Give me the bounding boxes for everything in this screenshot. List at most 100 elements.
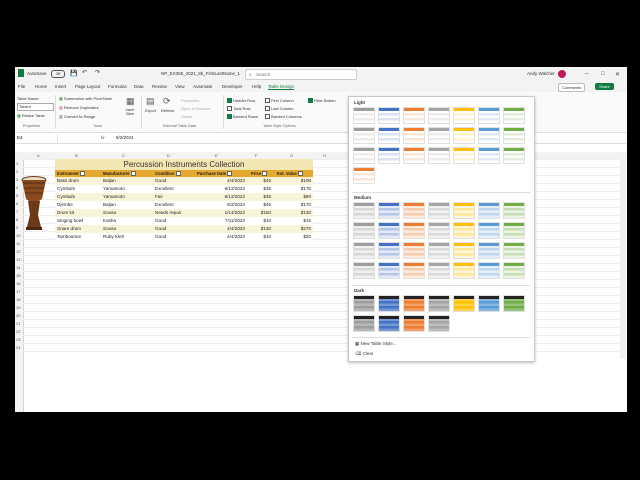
table-cell[interactable]: 6/12/2022 <box>225 193 245 201</box>
medium-style-swatch[interactable] <box>403 262 425 279</box>
table-cell[interactable]: 4/4/2023 <box>227 225 245 233</box>
table-cell[interactable]: $130 <box>261 225 271 233</box>
row-header[interactable]: 2 <box>16 169 18 174</box>
header-row-checkbox[interactable]: Header Row <box>227 98 255 104</box>
table-cell[interactable]: 6/12/2022 <box>225 185 245 193</box>
header-cell[interactable]: Purchase Date <box>197 170 233 177</box>
medium-style-swatch[interactable] <box>478 202 500 219</box>
table-cell[interactable]: Sousa <box>103 225 116 233</box>
row-header[interactable]: 9 <box>16 225 18 230</box>
row-header[interactable]: 20 <box>16 313 20 318</box>
maximize-button[interactable]: □ <box>601 71 605 77</box>
djembe-picture[interactable] <box>20 175 48 231</box>
table-cell[interactable]: $150 <box>261 209 271 217</box>
medium-style-swatch[interactable] <box>403 242 425 259</box>
dark-style-swatch[interactable] <box>378 315 400 332</box>
filter-dropdown-icon[interactable] <box>79 171 85 177</box>
light-style-swatch[interactable] <box>428 127 450 144</box>
header-cell[interactable]: Est. Value <box>277 170 303 177</box>
table-cell[interactable]: Bass drum <box>57 177 79 185</box>
medium-style-swatch[interactable] <box>503 262 525 279</box>
properties-button[interactable]: Properties <box>181 98 199 103</box>
table-cell[interactable]: $108 <box>301 177 311 185</box>
row-header[interactable]: 12 <box>16 249 20 254</box>
table-cell[interactable]: Cymbals <box>57 185 75 193</box>
table-cell[interactable]: 1/14/2022 <box>225 209 245 217</box>
medium-style-swatch[interactable] <box>428 242 450 259</box>
table-cell[interactable]: Drum kit <box>57 209 74 217</box>
filter-dropdown-icon[interactable] <box>130 171 136 177</box>
light-style-swatch[interactable] <box>503 107 525 124</box>
dark-style-swatch[interactable] <box>378 295 400 312</box>
table-cell[interactable]: $275 <box>301 225 311 233</box>
medium-style-swatch[interactable] <box>428 262 450 279</box>
medium-style-swatch[interactable] <box>478 222 500 239</box>
row-header[interactable]: 13 <box>16 257 20 262</box>
medium-style-swatch[interactable] <box>453 242 475 259</box>
column-header[interactable]: B <box>75 153 78 158</box>
column-header[interactable]: E <box>215 153 218 158</box>
avatar[interactable] <box>558 70 566 78</box>
tab-view[interactable]: View <box>175 84 185 89</box>
table-cell[interactable]: $35 <box>263 185 271 193</box>
tab-automate[interactable]: Automate <box>193 84 212 89</box>
redo-icon[interactable]: ↷ <box>95 69 100 76</box>
last-column-checkbox[interactable]: Last Column <box>265 106 293 112</box>
unlink-button[interactable]: Unlink <box>181 114 192 119</box>
light-style-swatch[interactable] <box>428 107 450 124</box>
share-button[interactable]: Share <box>595 83 614 90</box>
first-column-checkbox[interactable]: First Column <box>265 98 294 104</box>
table-cell[interactable]: $45 <box>263 177 271 185</box>
banded-rows-checkbox[interactable]: Banded Rows <box>227 114 258 120</box>
header-cell[interactable]: Price <box>251 170 268 177</box>
remove-duplicates-button[interactable]: ▤ Remove Duplicates <box>59 105 99 110</box>
clear-style-link[interactable]: ⌫ Clear <box>355 351 373 357</box>
light-style-swatch[interactable] <box>378 107 400 124</box>
row-header[interactable]: 22 <box>16 329 20 334</box>
light-style-swatch[interactable] <box>478 147 500 164</box>
light-style-swatch[interactable] <box>403 127 425 144</box>
table-cell[interactable]: $15 <box>303 217 311 225</box>
column-header[interactable]: C <box>122 153 125 158</box>
column-header[interactable]: G <box>290 153 293 158</box>
header-cell[interactable]: Manufacturer <box>103 170 136 177</box>
table-cell[interactable]: $10 <box>263 233 271 241</box>
light-style-swatch[interactable] <box>403 147 425 164</box>
row-header[interactable]: 16 <box>16 281 20 286</box>
tab-formulas[interactable]: Formulas <box>108 84 127 89</box>
comments-button[interactable]: Comments <box>558 83 586 92</box>
medium-style-swatch[interactable] <box>353 242 375 259</box>
table-cell[interactable]: Snare drum <box>57 225 81 233</box>
dark-style-swatch[interactable] <box>428 315 450 332</box>
filter-dropdown-icon[interactable] <box>227 171 233 177</box>
refresh-icon[interactable]: ⟳ <box>163 96 171 107</box>
header-cell[interactable]: Condition <box>155 170 181 177</box>
total-row-checkbox[interactable]: Total Row <box>227 106 251 112</box>
column-header[interactable]: H <box>323 153 326 158</box>
row-header[interactable]: 18 <box>16 297 20 302</box>
save-icon[interactable]: 💾 <box>70 70 77 77</box>
medium-style-swatch[interactable] <box>378 242 400 259</box>
tab-developer[interactable]: Developer <box>222 84 243 89</box>
filter-button-checkbox[interactable]: Filter Button <box>308 98 336 104</box>
column-header[interactable]: F <box>255 153 257 158</box>
filter-dropdown-icon[interactable] <box>262 171 268 177</box>
name-box[interactable]: E4 <box>15 134 58 142</box>
medium-style-swatch[interactable] <box>478 242 500 259</box>
dark-style-swatch[interactable] <box>403 295 425 312</box>
tab-review[interactable]: Review <box>152 84 167 89</box>
light-style-swatch[interactable] <box>353 127 375 144</box>
table-cell[interactable]: 4/4/2023 <box>227 177 245 185</box>
dark-style-swatch[interactable] <box>503 295 525 312</box>
light-style-swatch[interactable] <box>353 147 375 164</box>
table-cell[interactable]: Good <box>155 177 166 185</box>
table-cell[interactable]: Fair <box>155 193 163 201</box>
table-cell[interactable]: Kasha <box>103 217 116 225</box>
dark-style-swatch[interactable] <box>478 295 500 312</box>
row-header[interactable]: 14 <box>16 265 20 270</box>
table-cell[interactable]: Yamamoto <box>103 185 125 193</box>
tab-page-layout[interactable]: Page Layout <box>75 84 100 89</box>
table-cell[interactable]: Excellent <box>155 201 174 209</box>
table-cell[interactable]: $20 <box>303 233 311 241</box>
medium-style-swatch[interactable] <box>503 222 525 239</box>
